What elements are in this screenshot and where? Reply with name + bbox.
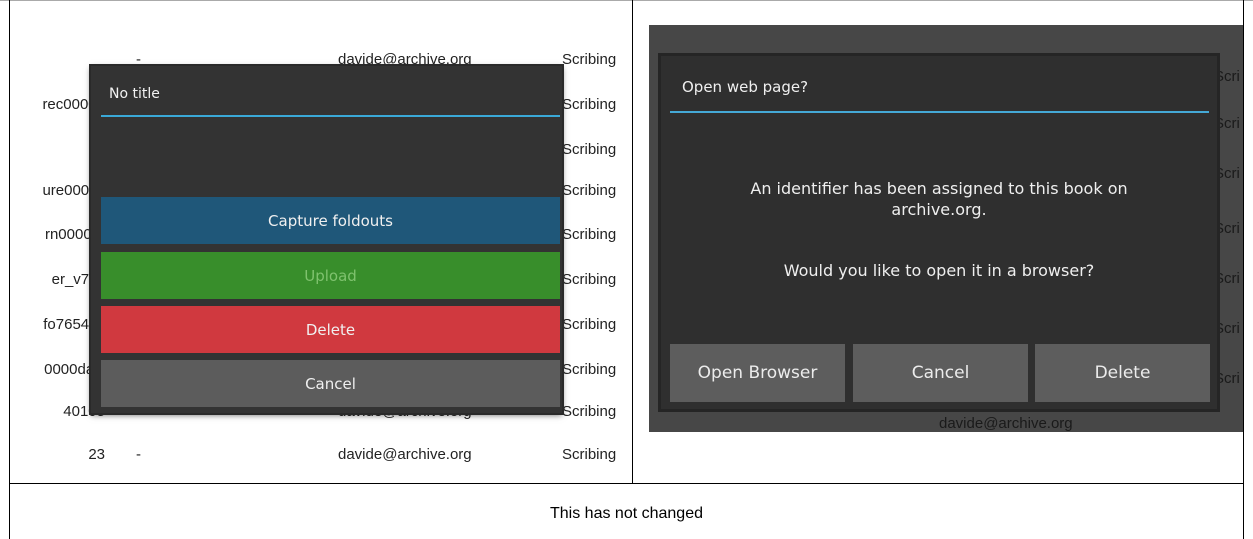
row-status: Scribing bbox=[562, 226, 617, 243]
background-status-text: Scri bbox=[1214, 320, 1240, 337]
caption-text: This has not changed bbox=[550, 505, 703, 522]
row-status: Scribing bbox=[562, 141, 617, 158]
background-status-text: Scri bbox=[1214, 370, 1240, 387]
table-right-border bbox=[1243, 0, 1244, 539]
table-row-divider bbox=[9, 483, 1244, 484]
dialog-title: Open web page? bbox=[682, 78, 809, 96]
list-item: 23 - davide@archive.org Scribing bbox=[10, 446, 632, 466]
row-status: Scribing bbox=[562, 96, 617, 113]
background-status-text: Scri bbox=[1214, 270, 1240, 287]
cancel-button[interactable]: Cancel bbox=[853, 344, 1028, 402]
dialog-title: No title bbox=[109, 86, 160, 102]
left-screenshot: - davide@archive.org Scribing rec0000g Scrib… bbox=[10, 1, 632, 469]
row-email: davide@archive.org bbox=[338, 446, 472, 463]
row-dash: - bbox=[136, 446, 141, 463]
table-column-divider bbox=[632, 0, 633, 483]
dialog-title-divider bbox=[101, 115, 560, 117]
open-web-page-dialog: Open web page? An identifier has been as… bbox=[661, 56, 1217, 409]
background-status-text: Scri bbox=[1214, 68, 1240, 85]
row-status: Scribing bbox=[562, 51, 617, 68]
open-browser-button[interactable]: Open Browser bbox=[670, 344, 845, 402]
row-status: Scribing bbox=[562, 361, 617, 378]
capture-foldouts-button[interactable]: Capture foldouts bbox=[101, 197, 560, 244]
background-email: davide@archive.org bbox=[939, 415, 1073, 432]
cancel-button[interactable]: Cancel bbox=[101, 360, 560, 407]
row-status: Scribing bbox=[562, 271, 617, 288]
row-status: Scribing bbox=[562, 403, 617, 420]
background-status-text: Scri bbox=[1214, 165, 1240, 182]
upload-button[interactable]: Upload bbox=[101, 252, 560, 299]
background-status-text: Scri bbox=[1214, 220, 1240, 237]
row-status: Scribing bbox=[562, 446, 617, 463]
row-status: Scribing bbox=[562, 182, 617, 199]
dialog-question: Would you like to open it in a browser? bbox=[783, 261, 1095, 280]
background-status-text: Scri bbox=[1214, 115, 1240, 132]
dialog-message: An identifier has been assigned to this … bbox=[750, 179, 1128, 219]
item-options-dialog: No title Capture foldouts Upload Delete … bbox=[91, 66, 562, 413]
delete-button[interactable]: Delete bbox=[101, 306, 560, 353]
row-status: Scribing bbox=[562, 316, 617, 333]
delete-button[interactable]: Delete bbox=[1035, 344, 1210, 402]
row-id: 23 bbox=[88, 446, 105, 463]
dialog-title-divider bbox=[670, 111, 1209, 113]
